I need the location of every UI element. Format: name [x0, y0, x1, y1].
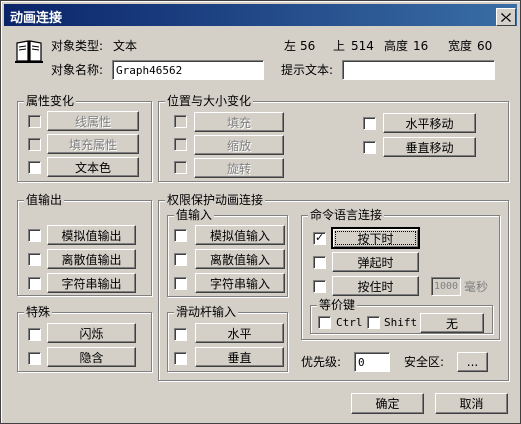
analog-output-button[interactable]: 模拟值输出	[47, 225, 136, 245]
object-type-value: 文本	[113, 39, 138, 53]
value-output-title: 值输出	[24, 193, 65, 207]
close-icon	[501, 12, 511, 22]
hold-checkbox[interactable]	[313, 280, 326, 293]
close-button[interactable]	[496, 8, 516, 26]
width-label: 宽度	[448, 39, 473, 53]
string-output-button[interactable]: 字符串输出	[47, 273, 136, 293]
slider-vertical-checkbox[interactable]	[174, 352, 187, 365]
press-checkbox[interactable]: ✓	[313, 231, 326, 245]
height-label: 高度	[384, 39, 409, 53]
discrete-output-button[interactable]: 离散值输出	[47, 249, 136, 269]
discrete-output-checkbox[interactable]	[28, 253, 41, 266]
hide-button[interactable]: 隐含	[47, 347, 136, 367]
rotate-button[interactable]: 旋转	[194, 158, 284, 178]
top-value: 514	[351, 39, 374, 53]
security-zone-button[interactable]: ...	[457, 352, 488, 372]
rotate-checkbox[interactable]	[174, 161, 187, 174]
string-input-button[interactable]: 字符串输入	[195, 273, 285, 293]
fill-button[interactable]: 填充	[194, 112, 284, 132]
blink-button[interactable]: 闪烁	[47, 323, 136, 343]
fill-checkbox[interactable]	[174, 115, 187, 128]
shift-label: Shift	[384, 316, 418, 329]
top-label: 上	[333, 39, 346, 53]
attribute-change-title: 属性变化	[24, 94, 77, 108]
analog-input-button[interactable]: 模拟值输入	[195, 225, 285, 245]
hide-checkbox[interactable]	[28, 352, 41, 365]
title-bar[interactable]: 动画连接	[4, 4, 517, 26]
vertical-move-checkbox[interactable]	[363, 141, 376, 154]
command-language-title: 命令语言连接	[308, 208, 385, 222]
discrete-input-checkbox[interactable]	[174, 253, 187, 266]
slider-horizontal-button[interactable]: 水平	[195, 323, 284, 343]
ctrl-label: Ctrl	[336, 316, 363, 329]
scale-button[interactable]: 缩放	[194, 135, 284, 155]
special-title: 特殊	[24, 305, 53, 319]
hint-text-label: 提示文本:	[281, 63, 334, 77]
ok-button[interactable]: 确定	[351, 393, 424, 414]
object-type-label: 对象类型:	[51, 39, 104, 53]
line-attr-checkbox[interactable]	[28, 115, 41, 128]
window-title: 动画连接	[10, 11, 63, 26]
blink-checkbox[interactable]	[28, 328, 41, 341]
vertical-move-button[interactable]: 垂直移动	[383, 137, 476, 157]
hint-text-field[interactable]	[342, 60, 495, 80]
string-output-checkbox[interactable]	[28, 277, 41, 290]
text-color-checkbox[interactable]	[28, 161, 41, 174]
priority-label: 优先级:	[301, 355, 342, 369]
hold-ms-unit: 毫秒	[464, 280, 489, 294]
shift-checkbox[interactable]	[367, 316, 380, 329]
security-zone-label: 安全区:	[404, 355, 445, 369]
slider-horizontal-checkbox[interactable]	[174, 328, 187, 341]
hold-button[interactable]: 按住时	[332, 276, 419, 296]
analog-input-checkbox[interactable]	[174, 229, 187, 242]
horizontal-move-button[interactable]: 水平移动	[383, 113, 476, 133]
discrete-input-button[interactable]: 离散值输入	[195, 249, 285, 269]
height-value: 16	[413, 39, 429, 53]
release-button[interactable]: 弹起时	[332, 252, 419, 272]
object-name-field[interactable]: Graph46562	[112, 60, 264, 80]
equivalent-key-title: 等价键	[317, 298, 358, 312]
horizontal-move-checkbox[interactable]	[363, 117, 376, 130]
object-name-label: 对象名称:	[51, 63, 104, 77]
book-icon	[15, 39, 43, 66]
left-label: 左	[284, 39, 297, 53]
animation-link-dialog: 动画连接 对象类型: 文本 左 56 上 514 高度 16 宽度 60 对象名…	[0, 0, 521, 424]
scale-checkbox[interactable]	[174, 138, 187, 151]
cancel-button[interactable]: 取消	[435, 393, 508, 414]
permission-title: 权限保护动画连接	[165, 193, 266, 207]
hold-ms-field[interactable]: 1000	[431, 277, 461, 296]
line-attr-button[interactable]: 线属性	[47, 111, 139, 131]
release-checkbox[interactable]	[313, 256, 326, 269]
fill-attr-checkbox[interactable]	[28, 138, 41, 151]
slider-vertical-button[interactable]: 垂直	[195, 347, 284, 367]
width-value: 60	[477, 39, 493, 53]
text-color-button[interactable]: 文本色	[47, 157, 139, 177]
analog-output-checkbox[interactable]	[28, 229, 41, 242]
fill-attr-button[interactable]: 填充属性	[47, 134, 139, 154]
priority-field[interactable]: 0	[354, 352, 390, 372]
checkmark-icon: ✓	[315, 231, 325, 244]
ctrl-checkbox[interactable]	[318, 316, 331, 329]
key-select-button[interactable]: 无	[420, 313, 484, 333]
slider-input-title: 滑动杆输入	[174, 305, 239, 319]
value-input-title: 值输入	[174, 208, 215, 222]
position-size-title: 位置与大小变化	[165, 94, 254, 108]
left-value: 56	[300, 39, 316, 53]
string-input-checkbox[interactable]	[174, 277, 187, 290]
press-button[interactable]: 按下时	[332, 228, 419, 248]
